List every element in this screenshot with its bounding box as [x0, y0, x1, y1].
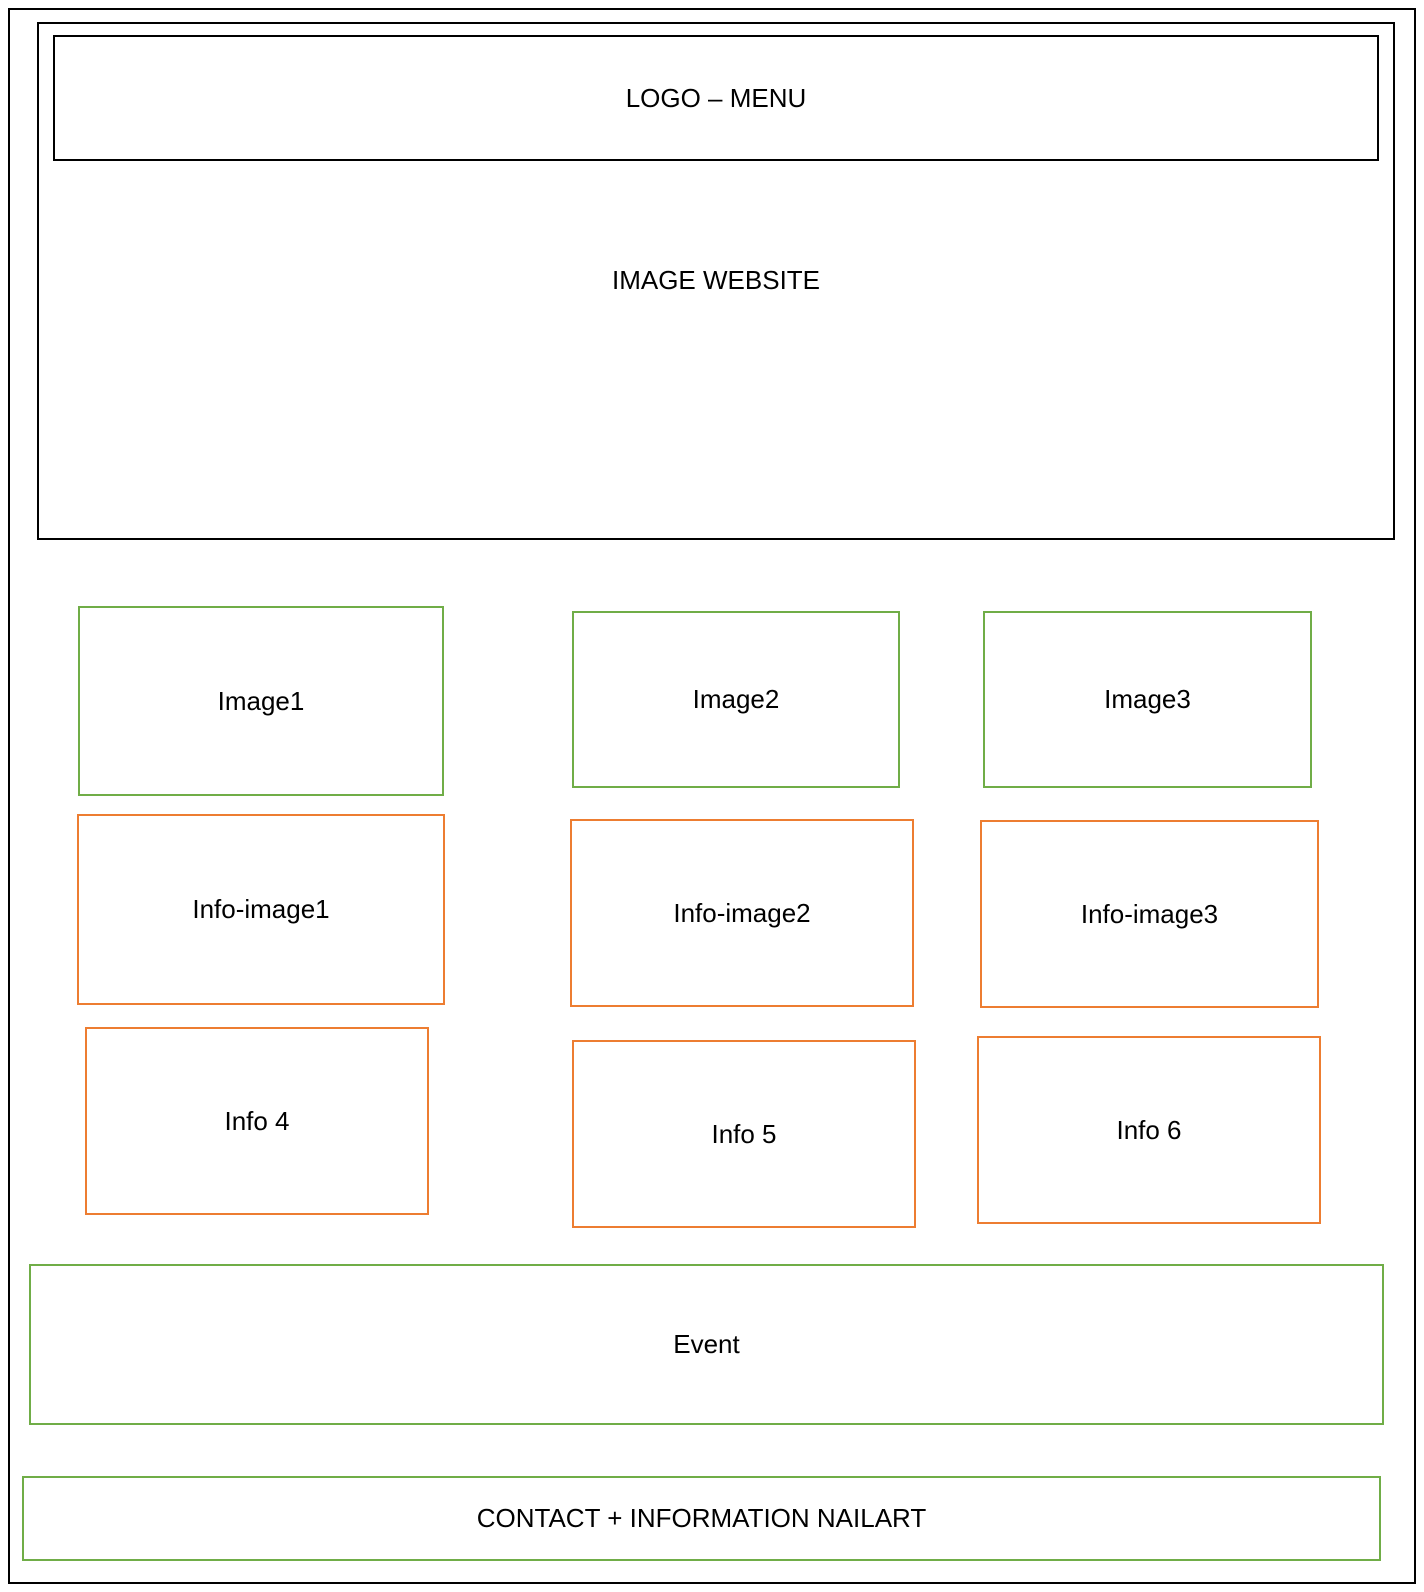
- event-section[interactable]: Event: [29, 1264, 1384, 1425]
- image-1-box[interactable]: Image1: [78, 606, 444, 796]
- info-image-3-label: Info-image3: [1080, 898, 1219, 929]
- event-label: Event: [673, 1329, 740, 1359]
- info-5-label: Info 5: [711, 1118, 777, 1149]
- hero-image-label: IMAGE WEBSITE: [611, 265, 821, 295]
- image-1-label: Image1: [217, 685, 305, 716]
- contact-footer-label: CONTACT + INFORMATION NAILART: [476, 1503, 927, 1533]
- info-4-box[interactable]: Info 4: [85, 1027, 429, 1215]
- info-image-2-label: Info-image2: [673, 897, 811, 928]
- info-5-box[interactable]: Info 5: [572, 1040, 916, 1228]
- image-2-box[interactable]: Image2: [572, 611, 900, 788]
- info-4-label: Info 4: [224, 1105, 290, 1136]
- info-6-box[interactable]: Info 6: [977, 1036, 1321, 1224]
- logo-menu-bar[interactable]: LOGO – MENU: [53, 35, 1379, 161]
- info-6-label: Info 6: [1116, 1114, 1182, 1145]
- image-3-box[interactable]: Image3: [983, 611, 1312, 788]
- image-2-label: Image2: [692, 684, 780, 714]
- info-image-3-box[interactable]: Info-image3: [980, 820, 1319, 1008]
- image-3-label: Image3: [1104, 684, 1191, 714]
- info-image-1-label: Info-image1: [192, 894, 330, 924]
- info-image-1-box[interactable]: Info-image1: [77, 814, 445, 1005]
- logo-menu-label: LOGO – MENU: [625, 82, 807, 113]
- contact-footer[interactable]: CONTACT + INFORMATION NAILART: [22, 1476, 1381, 1561]
- info-image-2-box[interactable]: Info-image2: [570, 819, 914, 1007]
